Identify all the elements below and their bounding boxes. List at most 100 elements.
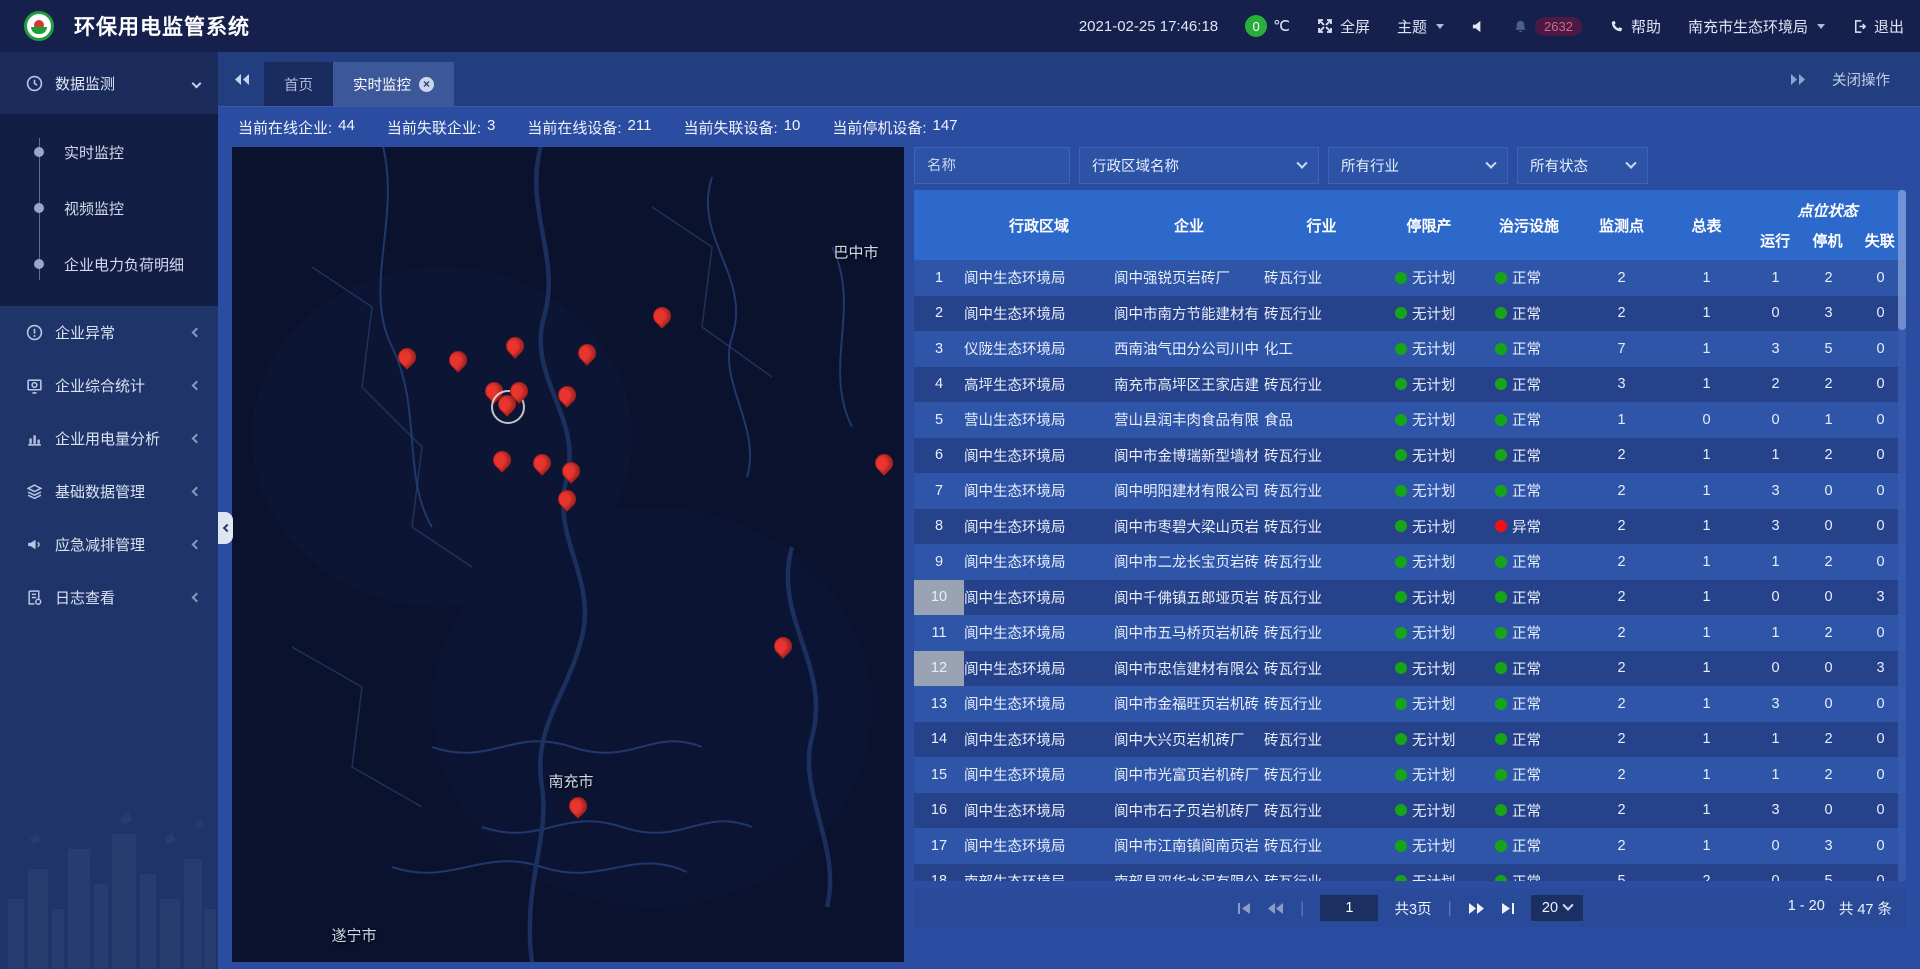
top-header: 环保用电监管系统 2021-02-25 17:46:18 0 ℃ 全屏 主题 bbox=[0, 0, 1920, 52]
table-row[interactable]: 16 阆中生态环境局 阆中市石子页岩机砖厂 砖瓦行业 无计划 bbox=[914, 793, 1906, 829]
table-row[interactable]: 7 阆中生态环境局 阆中明阳建材有限公司 砖瓦行业 无计划 bbox=[914, 473, 1906, 509]
table-row[interactable]: 14 阆中生态环境局 阆中大兴页岩机砖厂 砖瓦行业 无计划 bbox=[914, 722, 1906, 758]
table-row[interactable]: 2 阆中生态环境局 阆中市南方节能建材有 砖瓦行业 无计划 bbox=[914, 296, 1906, 332]
stats-bar: 当前在线企业: 44 当前失联企业: 3 当前在线设备: 211 当前 bbox=[232, 107, 1906, 147]
sidebar-collapse-handle[interactable] bbox=[218, 512, 233, 544]
total-meter-cell: 1 bbox=[1664, 544, 1749, 580]
close-operations-button[interactable]: 关闭操作 bbox=[1832, 69, 1890, 90]
fullscreen-button[interactable]: 全屏 bbox=[1317, 16, 1370, 37]
map-pin-icon[interactable] bbox=[449, 351, 467, 369]
prev-page-button[interactable] bbox=[1267, 902, 1284, 915]
tab-label: 实时监控 bbox=[353, 74, 411, 95]
sound-button[interactable] bbox=[1471, 19, 1486, 34]
status-dot-icon bbox=[1495, 378, 1507, 390]
facility-status-cell: 正常 bbox=[1479, 544, 1579, 580]
status-dot-icon bbox=[1395, 733, 1407, 745]
map-pin-icon[interactable] bbox=[510, 382, 528, 400]
map-pin-icon[interactable] bbox=[398, 348, 416, 366]
table-row[interactable]: 1 阆中生态环境局 阆中强锐页岩砖厂 砖瓦行业 无计划 bbox=[914, 260, 1906, 296]
tabs-scroll-left-button[interactable] bbox=[234, 73, 250, 86]
status-dot-icon bbox=[1395, 591, 1407, 603]
stop-count-cell: 0 bbox=[1802, 686, 1855, 722]
industry-filter-select[interactable]: 所有行业 bbox=[1328, 147, 1508, 184]
chevron-left-icon bbox=[192, 434, 202, 444]
sidebar-item-realtime-monitor[interactable]: 实时监控 bbox=[0, 124, 218, 180]
org-menu[interactable]: 南充市生态环境局 bbox=[1688, 16, 1825, 37]
logout-button[interactable]: 退出 bbox=[1852, 16, 1904, 37]
stat-label: 当前停机设备: bbox=[832, 117, 926, 138]
sidebar-item-data-monitor[interactable]: 数据监测 bbox=[0, 52, 218, 114]
chevron-down-icon bbox=[1562, 900, 1573, 911]
table-row[interactable]: 18 南部生态环境局 南部县双华水泥有限公 砖瓦行业 无计划 bbox=[914, 864, 1906, 882]
table-row[interactable]: 6 阆中生态环境局 阆中市金博瑞新型墙材 砖瓦行业 无计划 bbox=[914, 438, 1906, 474]
map-pin-icon[interactable] bbox=[875, 454, 893, 472]
tab-realtime-monitor[interactable]: 实时监控 × bbox=[333, 62, 454, 106]
total-meter-cell: 1 bbox=[1664, 438, 1749, 474]
status-dot-icon bbox=[1495, 804, 1507, 816]
status-filter-select[interactable]: 所有状态 bbox=[1517, 147, 1648, 184]
sidebar-item-enterprise-abnormal[interactable]: 企业异常 bbox=[0, 306, 218, 359]
sidebar-item-emergency-reduction[interactable]: 应急减排管理 bbox=[0, 518, 218, 571]
map-pin-icon[interactable] bbox=[533, 454, 551, 472]
page-number-input[interactable]: 1 bbox=[1320, 895, 1378, 921]
sidebar-item-power-load-detail[interactable]: 企业电力负荷明细 bbox=[0, 236, 218, 292]
table-row[interactable]: 3 仪陇生态环境局 西南油气田分公司川中 化工 无计划 bbox=[914, 331, 1906, 367]
company-cell: 阆中市江南镇阆南页岩 bbox=[1114, 828, 1264, 864]
map-pin-icon[interactable] bbox=[653, 307, 671, 325]
run-count-cell: 0 bbox=[1749, 402, 1802, 438]
name-filter-input[interactable] bbox=[927, 158, 1057, 174]
table-row[interactable]: 5 营山生态环境局 营山县润丰肉食品有限 食品 无计划 bbox=[914, 402, 1906, 438]
table-row[interactable]: 12 阆中生态环境局 阆中市忠信建材有限公 砖瓦行业 无计划 bbox=[914, 651, 1906, 687]
region-filter-select[interactable]: 行政区域名称 bbox=[1079, 147, 1319, 184]
map-panel[interactable]: 巴中市 南充市 遂宁市 bbox=[232, 147, 904, 962]
table-row[interactable]: 9 阆中生态环境局 阆中市二龙长宝页岩砖 砖瓦行业 无计划 bbox=[914, 544, 1906, 580]
points-cell: 2 bbox=[1579, 509, 1664, 545]
help-button[interactable]: 帮助 bbox=[1609, 16, 1661, 37]
company-cell: 营山县润丰肉食品有限 bbox=[1114, 402, 1264, 438]
total-meter-cell: 0 bbox=[1664, 402, 1749, 438]
stop-count-cell: 2 bbox=[1802, 615, 1855, 651]
map-pin-icon[interactable] bbox=[493, 451, 511, 469]
tabs-scroll-right-button[interactable] bbox=[1790, 73, 1806, 86]
table-row[interactable]: 15 阆中生态环境局 阆中市光富页岩机砖厂 砖瓦行业 无计划 bbox=[914, 757, 1906, 793]
sidebar-item-video-monitor[interactable]: 视频监控 bbox=[0, 180, 218, 236]
first-page-button[interactable] bbox=[1237, 902, 1251, 915]
row-index-cell: 17 bbox=[914, 828, 964, 864]
industry-filter-value: 所有行业 bbox=[1341, 155, 1399, 176]
notifications[interactable]: 2632 bbox=[1513, 17, 1582, 36]
next-page-button[interactable] bbox=[1468, 902, 1485, 915]
stop-count-cell: 0 bbox=[1802, 793, 1855, 829]
table-scrollbar[interactable] bbox=[1898, 190, 1906, 881]
run-count-cell: 0 bbox=[1749, 864, 1802, 882]
filter-bar: 行政区域名称 所有行业 所有状态 bbox=[914, 147, 1906, 184]
page-size-select[interactable]: 20 bbox=[1531, 895, 1583, 921]
map-pin-icon[interactable] bbox=[506, 337, 524, 355]
tab-close-icon[interactable]: × bbox=[419, 77, 434, 92]
facility-status-cell: 正常 bbox=[1479, 260, 1579, 296]
document-log-icon bbox=[26, 589, 43, 606]
table-row[interactable]: 11 阆中生态环境局 阆中市五马桥页岩机砖 砖瓦行业 无计划 bbox=[914, 615, 1906, 651]
column-header-run: 运行 bbox=[1749, 230, 1801, 251]
sidebar-item-log-view[interactable]: 日志查看 bbox=[0, 571, 218, 624]
tab-home[interactable]: 首页 bbox=[264, 62, 333, 106]
region-cell: 营山生态环境局 bbox=[964, 402, 1114, 438]
points-cell: 2 bbox=[1579, 615, 1664, 651]
sidebar-item-base-data[interactable]: 基础数据管理 bbox=[0, 465, 218, 518]
map-pin-icon[interactable] bbox=[558, 386, 576, 404]
last-page-button[interactable] bbox=[1501, 902, 1515, 915]
map-pin-icon[interactable] bbox=[562, 462, 580, 480]
region-cell: 阆中生态环境局 bbox=[964, 651, 1114, 687]
map-pin-icon[interactable] bbox=[578, 344, 596, 362]
table-row[interactable]: 4 高坪生态环境局 南充市高坪区王家店建 砖瓦行业 无计划 bbox=[914, 367, 1906, 403]
alert-circle-icon bbox=[26, 324, 43, 341]
map-pin-icon[interactable] bbox=[774, 637, 792, 655]
sidebar-item-power-analysis[interactable]: 企业用电量分析 bbox=[0, 412, 218, 465]
table-row[interactable]: 13 阆中生态环境局 阆中市金福旺页岩机砖 砖瓦行业 无计划 bbox=[914, 686, 1906, 722]
table-row[interactable]: 17 阆中生态环境局 阆中市江南镇阆南页岩 砖瓦行业 无计划 bbox=[914, 828, 1906, 864]
sidebar-item-enterprise-statistics[interactable]: 企业综合统计 bbox=[0, 359, 218, 412]
table-row[interactable]: 8 阆中生态环境局 阆中市枣碧大梁山页岩 砖瓦行业 无计划 bbox=[914, 509, 1906, 545]
map-pin-icon[interactable] bbox=[558, 490, 576, 508]
theme-menu[interactable]: 主题 bbox=[1397, 16, 1444, 37]
table-row[interactable]: 10 阆中生态环境局 阆中千佛镇五郎垭页岩 砖瓦行业 无计划 bbox=[914, 580, 1906, 616]
map-pin-icon[interactable] bbox=[569, 797, 587, 815]
